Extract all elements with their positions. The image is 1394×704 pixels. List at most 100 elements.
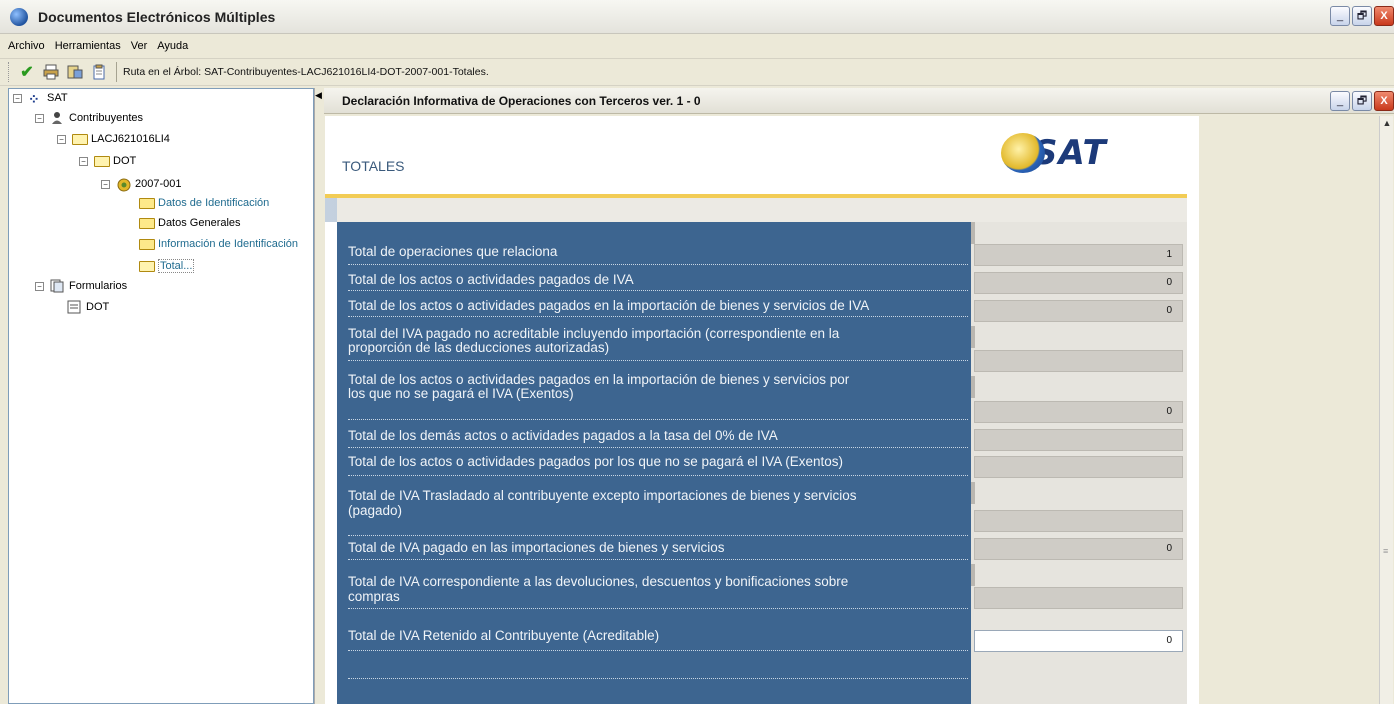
value-field-devoluciones[interactable] [974, 587, 1183, 609]
row-label: Total de los actos o actividades pagados… [348, 298, 870, 313]
sat-dots-icon: ⁘ [28, 91, 40, 107]
print-icon[interactable] [42, 63, 60, 81]
tree-label-totales: Total... [158, 259, 195, 273]
value-field-operaciones[interactable]: 1 [974, 244, 1183, 266]
field-tab [971, 564, 975, 586]
row-label: Total de operaciones que relaciona [348, 244, 558, 259]
tree-node-formularios[interactable]: − Formularios [35, 279, 127, 293]
folder-icon [139, 217, 155, 229]
tree-label-formularios: Formularios [69, 280, 128, 292]
doc-close-button[interactable]: X [1374, 91, 1394, 111]
tree-node-dot[interactable]: − DOT [79, 155, 136, 167]
route-text: Ruta en el Árbol: SAT-Contribuyentes-LAC… [123, 66, 489, 78]
value-field-actos-pagados-iva[interactable]: 0 [974, 272, 1183, 294]
tree-panel: − ⁘ SAT − Contribuyentes − LACJ621016LI4… [8, 88, 314, 704]
row-label-continued: (pagado) [348, 503, 403, 518]
document-window-controls: _ 🗗 X [1330, 91, 1394, 111]
tree-label-rfc: LACJ621016LI4 [91, 133, 170, 145]
tree-label-datos-identificacion: Datos de Identificación [158, 197, 270, 209]
splitter-arrow-icon[interactable]: ◀ [315, 90, 322, 101]
section-title: TOTALES [342, 158, 405, 174]
e-sat-logo-icon [1001, 133, 1045, 173]
restore-button[interactable]: 🗗 [1352, 6, 1372, 26]
app-icon [10, 7, 28, 26]
row-label-continued: los que no se pagará el IVA (Exentos) [348, 386, 574, 401]
tree-node-form-dot[interactable]: DOT [67, 300, 109, 314]
labels-panel: Total de operaciones que relaciona Total… [337, 222, 971, 704]
collapse-toggle[interactable]: − [35, 281, 44, 291]
scroll-grip-icon[interactable]: ≡ [1383, 546, 1388, 556]
tree-node-informacion-identificacion[interactable]: Información de Identificación [139, 238, 298, 250]
person-icon [50, 111, 66, 125]
tree-label-datos-generales: Datos Generales [158, 217, 241, 229]
folder-icon [139, 197, 155, 209]
collapse-toggle[interactable]: − [57, 134, 66, 144]
value-field-iva-no-acreditable[interactable] [974, 350, 1183, 372]
tree-label-contribuyentes: Contribuyentes [69, 112, 143, 124]
field-tab [971, 482, 975, 504]
folder-icon [139, 238, 155, 250]
menu-ayuda[interactable]: Ayuda [157, 40, 188, 52]
document-titlebar: Declaración Informativa de Operaciones c… [324, 88, 1394, 114]
tree-node-rfc[interactable]: − LACJ621016LI4 [57, 133, 170, 145]
tree-node-period[interactable]: − 2007-001 [101, 177, 182, 192]
field-tab [971, 222, 975, 244]
row-divider [348, 360, 968, 361]
menu-herramientas[interactable]: Herramientas [55, 40, 121, 52]
menu-archivo[interactable]: Archivo [8, 40, 45, 52]
row-label-continued: proporción de las deducciones autorizada… [348, 340, 610, 355]
scroll-up-icon[interactable]: ▲ [1381, 118, 1393, 130]
toolbar-separator [116, 62, 117, 82]
doc-restore-button[interactable]: 🗗 [1352, 91, 1372, 111]
document-title: Declaración Informativa de Operaciones c… [342, 93, 701, 108]
check-icon[interactable]: ✔ [18, 63, 36, 81]
row-label: Total de los actos o actividades pagados… [348, 372, 850, 387]
tools-icon[interactable] [66, 63, 84, 81]
row-divider [348, 608, 968, 609]
form-icon [67, 300, 83, 314]
tree-node-datos-identificacion[interactable]: Datos de Identificación [139, 197, 269, 209]
field-tab [971, 326, 975, 348]
open-folder-icon [94, 155, 110, 167]
value-field-iva-trasladado[interactable] [974, 510, 1183, 532]
document-window: Declaración Informativa de Operaciones c… [324, 88, 1394, 704]
tree-node-totales[interactable]: Total... [139, 259, 195, 273]
panel-splitter[interactable]: ◀ [314, 88, 322, 704]
collapse-toggle[interactable]: − [79, 156, 88, 166]
row-label: Total de IVA Retenido al Contribuyente (… [348, 628, 660, 643]
value-field-importacion-exentos[interactable]: 0 [974, 401, 1183, 423]
toolbar-grip[interactable] [8, 62, 12, 82]
app-title: Documentos Electrónicos Múltiples [38, 8, 276, 25]
app-titlebar: Documentos Electrónicos Múltiples _ 🗗 X [0, 0, 1394, 34]
value-field-iva-retenido[interactable]: 0 [974, 630, 1183, 652]
vertical-scrollbar[interactable]: ▲ ≡ [1379, 116, 1393, 704]
row-divider [348, 650, 968, 651]
tree-node-sat[interactable]: − ⁘ SAT [13, 91, 68, 107]
row-divider [348, 535, 968, 536]
close-button[interactable]: X [1374, 6, 1394, 26]
row-divider [348, 475, 968, 476]
row-label: Total de IVA correspondiente a las devol… [348, 574, 849, 589]
tree-label-period: 2007-001 [135, 178, 182, 190]
value-field-exentos[interactable] [974, 456, 1183, 478]
collapse-toggle[interactable]: − [101, 179, 110, 189]
collapse-toggle[interactable]: − [13, 93, 22, 103]
minimize-button[interactable]: _ [1330, 6, 1350, 26]
collapse-toggle[interactable]: − [35, 113, 44, 123]
header-band: TOTALES SAT [325, 116, 1187, 194]
right-margin [1199, 116, 1379, 704]
tree-node-datos-generales[interactable]: Datos Generales [139, 217, 241, 229]
value-field-tasa-cero[interactable] [974, 429, 1183, 451]
row-label: Total de IVA Trasladado al contribuyente… [348, 488, 857, 503]
doc-minimize-button[interactable]: _ [1330, 91, 1350, 111]
menu-ver[interactable]: Ver [131, 40, 148, 52]
forms-icon [50, 279, 66, 293]
open-folder-icon [139, 260, 155, 272]
open-folder-icon [72, 133, 88, 145]
value-field-importacion-iva[interactable]: 0 [974, 300, 1183, 322]
row-divider [348, 559, 968, 560]
value-field-iva-importaciones[interactable]: 0 [974, 538, 1183, 560]
tree-node-contribuyentes[interactable]: − Contribuyentes [35, 111, 143, 125]
row-divider [348, 447, 968, 448]
clipboard-icon[interactable] [90, 63, 108, 81]
